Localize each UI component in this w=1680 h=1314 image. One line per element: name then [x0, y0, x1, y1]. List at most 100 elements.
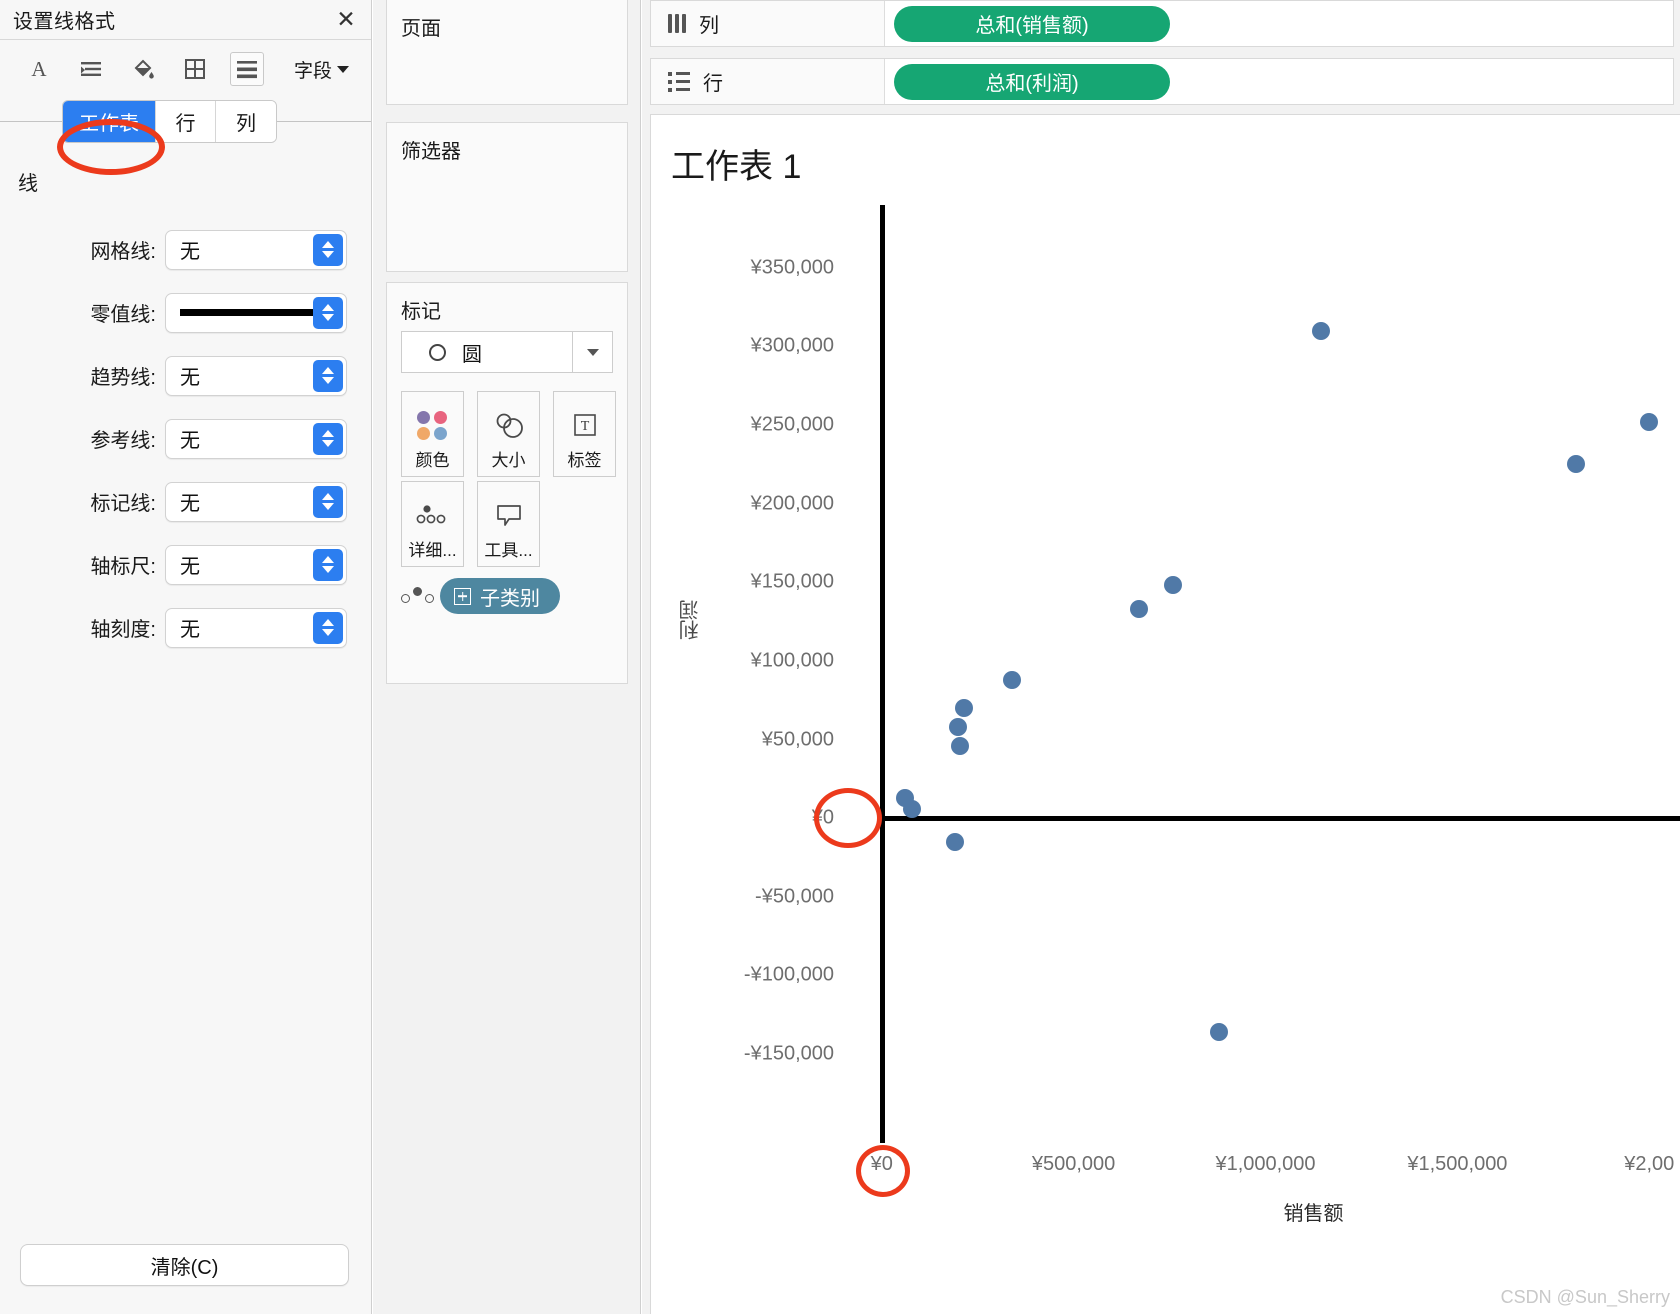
tab-worksheet[interactable]: 工作表 [63, 101, 156, 142]
axisrulers-select[interactable]: 无 [165, 544, 347, 585]
row-axisrulers: 轴标尺: 无 [0, 533, 371, 596]
row-axisticks: 轴刻度: 无 [0, 596, 371, 659]
columns-shelf[interactable]: 列 总和(销售额) [650, 0, 1674, 47]
shading-icon[interactable] [126, 52, 160, 86]
marks-color-button[interactable]: 颜色 [401, 391, 464, 477]
reflines-stepper[interactable] [313, 422, 343, 455]
tableau-window: 设置线格式 ✕ A 字段 工作表 行 列 线 网格线: 无 零值线: 趋势线: … [0, 0, 1680, 1314]
chevron-down-icon [337, 65, 349, 73]
y-tick-label: ¥50,000 [761, 728, 834, 751]
row-zerolines: 零值线: [0, 281, 371, 344]
scatter-point[interactable] [1210, 1022, 1229, 1041]
scatter-point[interactable] [955, 699, 974, 718]
clear-button[interactable]: 清除(C) [20, 1244, 349, 1286]
axisrulers-stepper[interactable] [313, 548, 343, 581]
size-circles-icon [492, 404, 526, 446]
columns-icon [668, 14, 686, 33]
y-tick-label: ¥250,000 [750, 413, 834, 436]
pill-sum-profit[interactable]: 总和(利润) [894, 63, 1170, 100]
format-lines-panel: 设置线格式 ✕ A 字段 工作表 行 列 线 网格线: 无 零值线: 趋势线: … [0, 0, 372, 1314]
scatter-plot[interactable]: ¥350,000 ¥300,000 ¥250,000 ¥200,000 ¥150,000… [651, 115, 1680, 1314]
align-icon[interactable] [74, 52, 108, 86]
tab-rows[interactable]: 行 [156, 101, 216, 142]
zerolines-select[interactable] [165, 292, 347, 333]
gridlines-stepper[interactable] [313, 233, 343, 266]
scatter-point[interactable] [1567, 455, 1586, 474]
x-axis-ticks: ¥0 ¥500,000 ¥1,000,000 ¥1,500,000 ¥2,00 [651, 1153, 1680, 1183]
y-tick-label: ¥200,000 [750, 492, 834, 515]
svg-text:A: A [31, 57, 47, 81]
line-format-rows: 网格线: 无 零值线: 趋势线: 无 参考线: 无 标记线: 无 轴标尺: 无 … [0, 218, 371, 659]
marks-card-title: 标记 [401, 301, 441, 323]
marks-size-button[interactable]: 大小 [477, 391, 540, 477]
lines-icon[interactable] [230, 52, 264, 86]
y-tick-label: -¥50,000 [755, 885, 834, 908]
watermark: CSDN @Sun_Sherry [1500, 1287, 1670, 1307]
row-reflines: 参考线: 无 [0, 407, 371, 470]
reflines-label: 参考线: [90, 430, 156, 452]
columns-shelf-dropzone[interactable]: 总和(销售额) [885, 1, 1673, 46]
marks-label-label: 标签 [567, 451, 602, 470]
zero-reference-line [881, 816, 1680, 822]
text-label-icon: T [571, 404, 599, 446]
filters-card[interactable]: 筛选器 [386, 122, 628, 272]
y-axis-line [879, 205, 885, 1143]
axisticks-label: 轴刻度: [90, 619, 156, 641]
format-panel-tabs-wrapper: 工作表 行 列 [0, 98, 371, 145]
axisticks-select[interactable]: 无 [165, 607, 347, 648]
rows-shelf-label: 行 [703, 73, 723, 95]
axisrulers-value: 无 [180, 556, 200, 578]
trendlines-select[interactable]: 无 [165, 355, 347, 396]
reflines-select[interactable]: 无 [165, 418, 347, 459]
circle-icon [429, 343, 446, 361]
scatter-point[interactable] [1129, 600, 1148, 619]
borders-icon[interactable] [178, 52, 212, 86]
scatter-point[interactable] [1640, 412, 1659, 431]
svg-text:T: T [580, 419, 589, 434]
droplines-select[interactable]: 无 [165, 481, 347, 522]
field-pill-subcategory[interactable]: 子类别 [440, 578, 560, 614]
rows-shelf[interactable]: 行 总和(利润) [650, 58, 1674, 105]
zerolines-label: 零值线: [90, 304, 156, 326]
x-tick-label: ¥0 [870, 1153, 893, 1175]
chevron-down-icon [586, 348, 599, 356]
y-tick-label: ¥0 [811, 806, 834, 829]
pill-sum-sales[interactable]: 总和(销售额) [894, 5, 1170, 42]
fields-dropdown[interactable]: 字段 [294, 56, 349, 83]
trendlines-stepper[interactable] [313, 359, 343, 392]
filters-card-title: 筛选器 [401, 141, 461, 163]
marks-color-label: 颜色 [415, 451, 450, 470]
scatter-point[interactable] [1003, 670, 1022, 689]
gridlines-select[interactable]: 无 [165, 229, 347, 270]
mark-type-chevron[interactable] [572, 332, 612, 372]
pages-card-title: 页面 [401, 18, 441, 40]
scatter-point[interactable] [949, 717, 968, 736]
y-tick-label: ¥300,000 [750, 334, 834, 357]
format-panel-toolbar: A 字段 [0, 40, 371, 98]
trendlines-value: 无 [180, 367, 200, 389]
axisticks-value: 无 [180, 619, 200, 641]
fields-label: 字段 [293, 60, 332, 82]
zerolines-stepper[interactable] [313, 296, 343, 329]
scatter-point[interactable] [903, 799, 922, 818]
pages-card[interactable]: 页面 [386, 0, 628, 105]
scatter-point[interactable] [1312, 321, 1331, 340]
hierarchy-expand-icon [454, 587, 471, 605]
scatter-point[interactable] [1164, 576, 1183, 595]
marks-label-button[interactable]: T 标签 [553, 391, 616, 477]
field-pill-label: 子类别 [480, 587, 540, 610]
scatter-point[interactable] [951, 736, 970, 755]
scatter-point[interactable] [945, 832, 964, 851]
row-gridlines: 网格线: 无 [0, 218, 371, 281]
rows-icon [668, 71, 690, 92]
font-icon[interactable]: A [22, 52, 56, 86]
mark-type-dropdown[interactable]: 圆 [401, 331, 613, 373]
rows-shelf-dropzone[interactable]: 总和(利润) [885, 59, 1673, 104]
marks-detail-button[interactable]: 详细... [401, 481, 464, 567]
marks-tooltip-button[interactable]: 工具... [477, 481, 540, 567]
rows-shelf-name: 行 [651, 59, 885, 104]
close-icon[interactable]: ✕ [333, 7, 359, 33]
droplines-stepper[interactable] [313, 485, 343, 518]
tab-columns[interactable]: 列 [216, 101, 276, 142]
axisticks-stepper[interactable] [313, 611, 343, 644]
